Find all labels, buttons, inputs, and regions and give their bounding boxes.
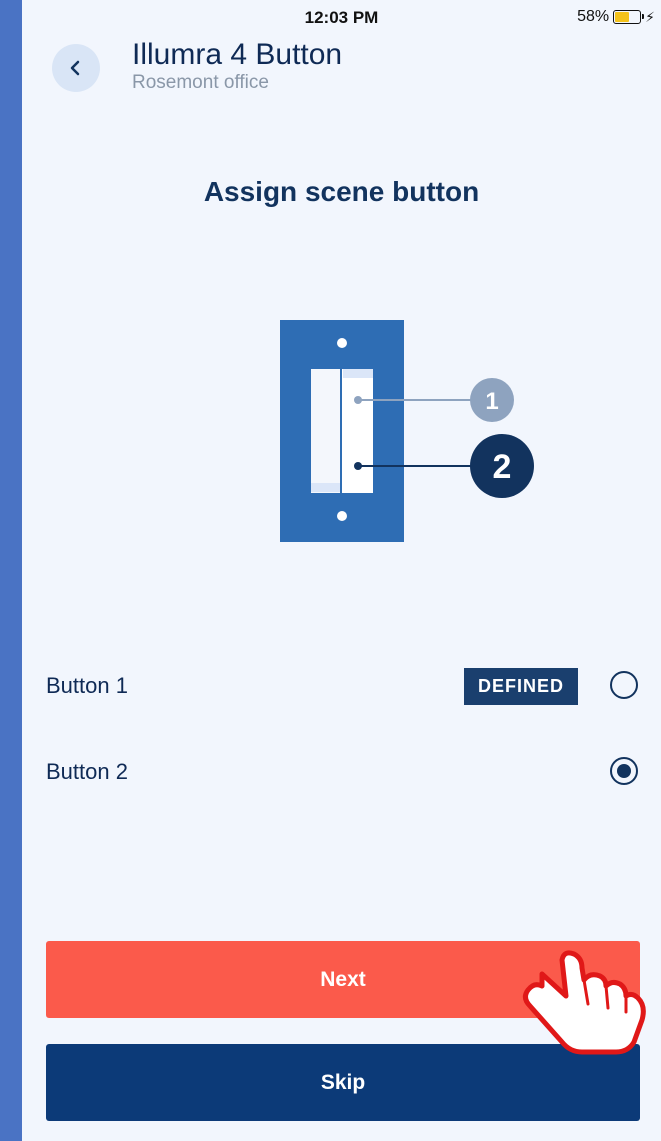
- rocker-left: [311, 369, 341, 493]
- battery-indicator: 58% ⚡: [577, 8, 655, 26]
- battery-icon: [613, 10, 645, 24]
- page-subtitle: Rosemont office: [132, 72, 269, 93]
- option-button-2[interactable]: Button 2: [46, 747, 638, 797]
- page-title: Illumra 4 Button: [132, 38, 343, 71]
- switch-illustration: 1 2: [280, 320, 534, 542]
- battery-percent: 58%: [577, 8, 610, 25]
- callout-label-2: 2: [493, 448, 512, 486]
- callout-dot-1: [354, 396, 362, 404]
- option-label: Button 1: [46, 673, 128, 698]
- rocker-right: [342, 369, 373, 493]
- status-time: 12:03 PM: [304, 8, 379, 27]
- charging-bolt-icon: ⚡: [645, 8, 655, 25]
- callout-dot-2: [354, 462, 362, 470]
- plate-screw-bottom: [337, 511, 347, 521]
- radio-unselected[interactable]: [610, 671, 638, 699]
- chevron-left-icon: [70, 60, 80, 76]
- battery-nub: [642, 14, 645, 19]
- rocker-bottom-highlight: [311, 483, 341, 492]
- app-screen: 12:03 PM 58% ⚡ Illumra 4 Button Rosemont…: [22, 0, 661, 1141]
- hand-pointer-icon: [522, 950, 646, 1055]
- option-button-1[interactable]: Button 1 DEFINED: [46, 661, 638, 711]
- defined-badge: DEFINED: [464, 668, 578, 705]
- back-button[interactable]: [52, 44, 100, 92]
- callout-label-1: 1: [485, 388, 498, 415]
- rocker-top-highlight: [343, 369, 373, 378]
- section-title: Assign scene button: [203, 176, 480, 207]
- radio-dot: [617, 764, 631, 778]
- radio-selected[interactable]: [610, 757, 638, 785]
- header: Illumra 4 Button Rosemont office: [22, 36, 661, 106]
- battery-fill: [615, 12, 630, 22]
- plate-screw-top: [337, 338, 347, 348]
- option-label: Button 2: [46, 759, 128, 784]
- status-bar: 12:03 PM 58% ⚡: [22, 0, 661, 36]
